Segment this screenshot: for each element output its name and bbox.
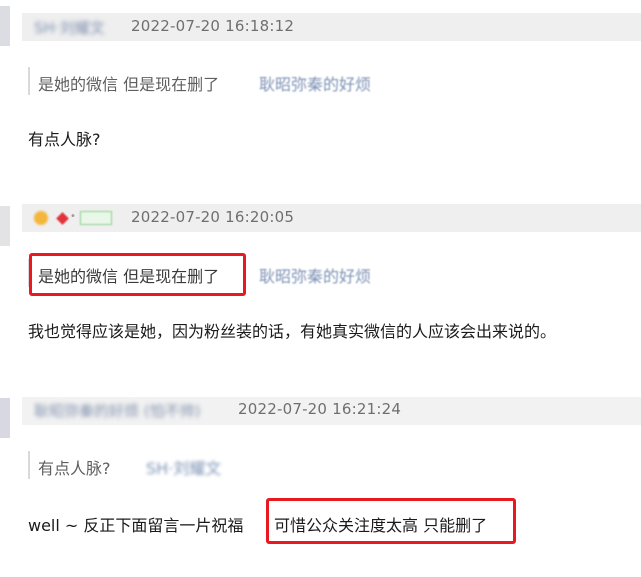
comment-user-name[interactable]: 耿昭弥秦的好烦 (怕不帅) <box>34 400 200 421</box>
avatar[interactable] <box>0 206 10 246</box>
comment-body: 有点人脉? <box>28 130 101 149</box>
quote-bar <box>28 67 30 95</box>
comment-body: 我也觉得应该是她，因为粉丝装的话，有她真实微信的人应该会出来说的。 <box>28 322 557 341</box>
quote-bar <box>28 451 30 479</box>
quoted-author-link[interactable]: SH·刘耀文 <box>146 455 221 479</box>
quoted-text: 是她的微信 但是现在删了 <box>38 75 220 94</box>
separator-icon: • <box>70 211 76 222</box>
avatar[interactable] <box>0 6 10 46</box>
smile-badge-icon <box>34 211 48 225</box>
quoted-author-link[interactable]: 耿昭弥秦的好烦 <box>259 263 371 287</box>
quoted-author-link[interactable]: 耿昭弥秦的好烦 <box>259 71 371 95</box>
comment-timestamp: 2022-07-20 16:20:05 <box>131 208 295 226</box>
avatar[interactable] <box>0 398 10 438</box>
comment-header <box>22 13 641 41</box>
quoted-text: 有点人脉? <box>38 459 111 478</box>
level-badge-icon <box>80 211 112 225</box>
highlight-box <box>266 498 516 544</box>
comment-header <box>22 204 641 232</box>
comment-timestamp: 2022-07-20 16:21:24 <box>238 400 402 418</box>
comment-thread: SH·刘耀文 2022-07-20 16:18:12 是她的微信 但是现在删了 … <box>0 0 641 577</box>
comment-timestamp: 2022-07-20 16:18:12 <box>131 17 295 35</box>
comment-user-name[interactable]: SH·刘耀文 <box>34 17 105 38</box>
highlight-box <box>29 253 246 296</box>
comment-body: well ~ 反正下面留言一片祝福 <box>28 516 244 535</box>
